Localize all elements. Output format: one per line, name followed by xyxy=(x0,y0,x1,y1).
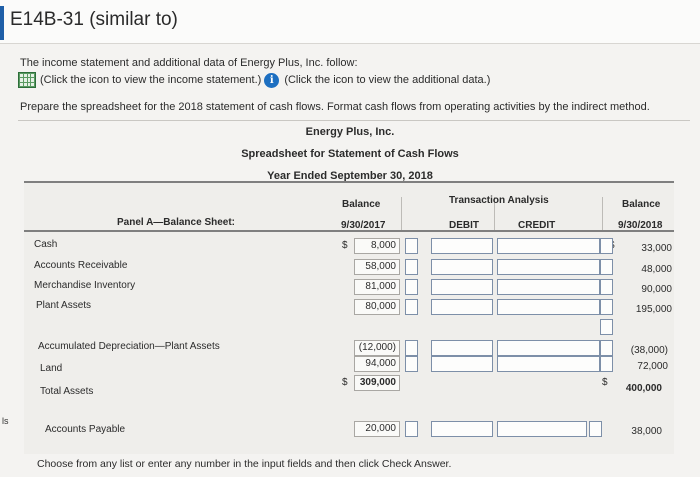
row-label-accounts-receivable: Accounts Receivable xyxy=(34,260,128,271)
currency-symbol: $ xyxy=(342,377,348,388)
ar-end-balance: 48,000 xyxy=(641,264,672,275)
balance-2018-date: 9/30/2018 xyxy=(618,220,663,231)
ap-begin-balance: 20,000 xyxy=(354,421,400,437)
land-debit-amount[interactable] xyxy=(431,356,493,372)
header-rule xyxy=(24,181,674,183)
total-assets-end-balance: 400,000 xyxy=(625,383,662,394)
accum-dep-begin-balance: (12,000) xyxy=(354,340,400,356)
inventory-credit-key[interactable] xyxy=(600,279,613,295)
currency-symbol: $ xyxy=(342,240,348,251)
ap-end-balance: 38,000 xyxy=(631,426,662,437)
balance-2018-label: Balance xyxy=(622,199,661,210)
inventory-begin-balance: 81,000 xyxy=(354,279,400,295)
transaction-analysis-label: Transaction Analysis xyxy=(449,195,549,206)
cash-credit-amount[interactable] xyxy=(497,238,600,254)
company-name: Energy Plus, Inc. xyxy=(305,126,395,138)
land-end-balance: 72,000 xyxy=(637,361,668,372)
cash-debit-amount[interactable] xyxy=(431,238,493,254)
cash-end-balance: 33,000 xyxy=(641,243,672,254)
instruction-text: Prepare the spreadsheet for the 2018 sta… xyxy=(20,101,650,113)
cash-credit-key[interactable] xyxy=(600,238,613,254)
ap-debit-amount[interactable] xyxy=(431,421,493,437)
land-credit-key[interactable] xyxy=(600,356,613,372)
intro-text: The income statement and additional data… xyxy=(20,57,358,69)
plant-assets-debit-amount[interactable] xyxy=(431,299,493,315)
plant-assets-end-balance: 195,000 xyxy=(635,304,672,315)
plant-assets-credit-key[interactable] xyxy=(600,299,613,315)
ar-credit-key[interactable] xyxy=(600,259,613,275)
balance-2017-date: 9/30/2017 xyxy=(341,220,386,231)
data-links: (Click the icon to view the income state… xyxy=(18,72,490,88)
inventory-debit-amount[interactable] xyxy=(431,279,493,295)
accum-dep-credit-key[interactable] xyxy=(600,340,613,356)
land-credit-amount[interactable] xyxy=(497,356,600,372)
plant-assets-begin-balance: 80,000 xyxy=(354,299,400,315)
panel-label: Panel A—Balance Sheet: xyxy=(117,217,236,228)
land-debit-key[interactable] xyxy=(405,356,418,372)
row-label-merchandise-inventory: Merchandise Inventory xyxy=(34,280,136,291)
plant-assets-debit-key[interactable] xyxy=(405,299,418,315)
row-label-cash: Cash xyxy=(34,239,58,250)
accum-dep-debit-key[interactable] xyxy=(405,340,418,356)
column-divider xyxy=(602,197,603,230)
ar-credit-amount[interactable] xyxy=(497,259,600,275)
header-bar: E14B-31 (similar to) xyxy=(0,0,700,44)
row-label-land: Land xyxy=(40,363,63,374)
extra-credit-key[interactable] xyxy=(600,319,613,335)
credit-label: CREDIT xyxy=(518,220,556,231)
ar-debit-amount[interactable] xyxy=(431,259,493,275)
column-divider xyxy=(401,197,402,230)
inventory-credit-amount[interactable] xyxy=(497,279,600,295)
spreadsheet-icon[interactable] xyxy=(18,72,36,88)
footer-instructions: Choose from any list or enter any number… xyxy=(37,458,452,470)
problem-title: E14B-31 (similar to) xyxy=(10,9,178,30)
row-label-accounts-payable: Accounts Payable xyxy=(45,424,126,435)
inventory-debit-key[interactable] xyxy=(405,279,418,295)
info-icon[interactable]: i xyxy=(264,72,280,88)
additional-data-link[interactable]: (Click the icon to view the additional d… xyxy=(284,74,490,86)
inventory-end-balance: 90,000 xyxy=(641,284,672,295)
balance-2017-label: Balance xyxy=(342,199,381,210)
page: E14B-31 (similar to) The income statemen… xyxy=(0,0,700,477)
ar-begin-balance: 58,000 xyxy=(354,259,400,275)
income-statement-link[interactable]: (Click the icon to view the income state… xyxy=(40,74,261,86)
ar-debit-key[interactable] xyxy=(405,259,418,275)
side-mark: ls xyxy=(2,416,9,426)
row-label-plant-assets: Plant Assets xyxy=(36,300,92,311)
row-label-accumulated-depreciation: Accumulated Depreciation—Plant Assets xyxy=(38,341,220,352)
statement-title: Spreadsheet for Statement of Cash Flows xyxy=(241,148,459,160)
currency-symbol: $ xyxy=(602,377,608,388)
ap-credit-key[interactable] xyxy=(589,421,602,437)
total-assets-begin-balance: 309,000 xyxy=(354,375,400,391)
cash-begin-balance: 8,000 xyxy=(354,238,400,254)
row-label-total-assets: Total Assets xyxy=(40,386,94,397)
ap-credit-amount[interactable] xyxy=(497,421,587,437)
ap-debit-key[interactable] xyxy=(405,421,418,437)
cash-debit-key[interactable] xyxy=(405,238,418,254)
land-begin-balance: 94,000 xyxy=(354,356,400,372)
accum-dep-debit-amount[interactable] xyxy=(431,340,493,356)
accum-dep-credit-amount[interactable] xyxy=(497,340,600,356)
spreadsheet-table: Balance 9/30/2017 Transaction Analysis D… xyxy=(24,181,674,454)
debit-label: DEBIT xyxy=(449,220,479,231)
left-accent xyxy=(0,6,4,40)
accum-dep-end-balance: (38,000) xyxy=(630,345,668,356)
divider xyxy=(18,120,690,121)
plant-assets-credit-amount[interactable] xyxy=(497,299,600,315)
